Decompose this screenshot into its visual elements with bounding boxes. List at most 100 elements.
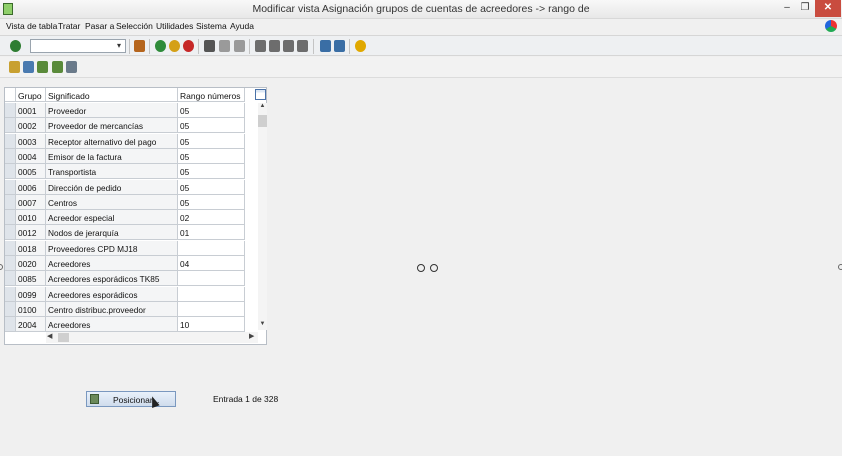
menu-vista-de-tabla[interactable]: Vista de tabla xyxy=(6,21,57,31)
menu-ayuda[interactable]: Ayuda xyxy=(230,21,254,31)
enter-check-icon[interactable] xyxy=(10,40,21,52)
table-row[interactable]: 2004 Acreedores 10 xyxy=(5,317,245,333)
horizontal-scroll-thumb[interactable] xyxy=(58,333,69,342)
loading-ring-icon xyxy=(430,264,438,272)
vertical-scroll-thumb[interactable] xyxy=(258,115,267,127)
select-block-icon[interactable] xyxy=(52,61,63,73)
cell-rango-numeros-input[interactable] xyxy=(178,271,245,287)
command-dropdown-icon[interactable]: ▾ xyxy=(114,40,124,51)
table-row[interactable]: 0006 Dirección de pedido 05 xyxy=(5,179,245,195)
menu-seleccion[interactable]: Selección xyxy=(116,21,153,31)
cell-grupo: 0001 xyxy=(16,103,46,118)
row-selector[interactable] xyxy=(5,225,16,241)
cell-rango-numeros-input[interactable]: 05 xyxy=(178,103,245,118)
maximize-button[interactable]: ❐ xyxy=(796,0,814,17)
table-row[interactable]: 0005 Transportista 05 xyxy=(5,164,245,180)
cell-rango-numeros-input[interactable]: 02 xyxy=(178,210,245,226)
table-row[interactable]: 0018 Proveedores CPD MJ18 xyxy=(5,240,245,256)
table-settings-icon[interactable] xyxy=(255,89,266,100)
table-row[interactable]: 0004 Emisor de la factura 05 xyxy=(5,148,245,164)
undo-icon[interactable] xyxy=(23,61,34,73)
find-next-icon[interactable] xyxy=(234,40,245,52)
exit-icon[interactable] xyxy=(169,40,180,52)
row-selector[interactable] xyxy=(5,240,16,256)
change-display-icon[interactable] xyxy=(9,61,20,73)
find-icon[interactable] xyxy=(219,40,230,52)
table-row[interactable]: 0012 Nodos de jerarquía 01 xyxy=(5,225,245,241)
cell-significado: Acreedores xyxy=(46,317,178,333)
shortcut-icon[interactable] xyxy=(334,40,345,52)
cell-significado: Receptor alternativo del pago xyxy=(46,133,178,149)
cell-rango-numeros-input[interactable]: 04 xyxy=(178,256,245,271)
last-page-icon[interactable] xyxy=(297,40,308,52)
scroll-down-icon[interactable]: ▼ xyxy=(258,321,267,327)
scroll-right-icon[interactable]: ▶ xyxy=(249,332,254,340)
cancel-icon[interactable] xyxy=(183,40,194,52)
row-selector[interactable] xyxy=(5,194,16,210)
vertical-scrollbar[interactable]: ▲ ▼ xyxy=(258,103,267,330)
cell-rango-numeros-input[interactable]: 01 xyxy=(178,225,245,241)
row-selector[interactable] xyxy=(5,118,16,134)
column-header-significado[interactable]: Significado xyxy=(46,88,178,102)
menu-tratar[interactable]: Tratar xyxy=(58,21,80,31)
table-row[interactable]: 0007 Centros 05 xyxy=(5,194,245,210)
cell-rango-numeros-input[interactable]: 05 xyxy=(178,194,245,210)
previous-page-icon[interactable] xyxy=(269,40,280,52)
cell-grupo: 0005 xyxy=(16,164,46,180)
scroll-left-icon[interactable]: ◀ xyxy=(47,332,52,340)
cell-rango-numeros-input[interactable]: 05 xyxy=(178,148,245,164)
select-all-icon[interactable] xyxy=(37,61,48,73)
table-row[interactable]: 0010 Acreedor especial 02 xyxy=(5,210,245,226)
deselect-all-icon[interactable] xyxy=(66,61,77,73)
table-row[interactable]: 0100 Centro distribuc.proveedor xyxy=(5,301,245,317)
cell-grupo: 2004 xyxy=(16,317,46,333)
close-button[interactable]: ✕ xyxy=(815,0,841,17)
row-selector[interactable] xyxy=(5,286,16,302)
row-selector[interactable] xyxy=(5,148,16,164)
command-field[interactable] xyxy=(30,39,126,53)
row-selector[interactable] xyxy=(5,256,16,271)
row-selector[interactable] xyxy=(5,179,16,195)
row-selector[interactable] xyxy=(5,301,16,317)
new-session-icon[interactable] xyxy=(320,40,331,52)
table-row[interactable]: 0003 Receptor alternativo del pago 05 xyxy=(5,133,245,149)
cell-significado: Centro distribuc.proveedor xyxy=(46,301,178,317)
table-row[interactable]: 0099 Acreedores esporádicos xyxy=(5,286,245,302)
help-icon[interactable] xyxy=(355,40,366,52)
cell-rango-numeros-input[interactable] xyxy=(178,301,245,317)
first-page-icon[interactable] xyxy=(255,40,266,52)
scroll-up-icon[interactable]: ▲ xyxy=(258,103,267,109)
cell-rango-numeros-input[interactable] xyxy=(178,240,245,256)
column-header-rango-numeros[interactable]: Rango números xyxy=(178,88,245,102)
minimize-button[interactable]: – xyxy=(778,0,796,17)
row-selector[interactable] xyxy=(5,164,16,180)
menu-sistema[interactable]: Sistema xyxy=(196,21,227,31)
row-selector[interactable] xyxy=(5,103,16,118)
cell-rango-numeros-input[interactable] xyxy=(178,286,245,302)
next-page-icon[interactable] xyxy=(283,40,294,52)
cell-grupo: 0002 xyxy=(16,118,46,134)
table-row[interactable]: 0002 Proveedor de mercancías 05 xyxy=(5,118,245,134)
print-icon[interactable] xyxy=(204,40,215,52)
cell-grupo: 0006 xyxy=(16,179,46,195)
table-row[interactable]: 0085 Acreedores esporádicos TK85 xyxy=(5,271,245,287)
column-header-grupo[interactable]: Grupo xyxy=(16,88,46,102)
select-all-column-header[interactable] xyxy=(5,88,16,102)
menu-utilidades[interactable]: Utilidades xyxy=(156,21,193,31)
row-selector[interactable] xyxy=(5,317,16,333)
table-row[interactable]: 0001 Proveedor 05 xyxy=(5,103,245,118)
back-icon[interactable] xyxy=(155,40,166,52)
row-selector[interactable] xyxy=(5,271,16,287)
cell-rango-numeros-input[interactable]: 10 xyxy=(178,317,245,333)
row-selector[interactable] xyxy=(5,210,16,226)
cell-rango-numeros-input[interactable]: 05 xyxy=(178,164,245,180)
save-icon[interactable] xyxy=(134,40,145,52)
horizontal-scrollbar[interactable]: ◀ ▶ xyxy=(46,332,258,343)
table-row[interactable]: 0020 Acreedores 04 xyxy=(5,256,245,271)
row-selector[interactable] xyxy=(5,133,16,149)
cell-rango-numeros-input[interactable]: 05 xyxy=(178,133,245,149)
menu-pasar-a[interactable]: Pasar a xyxy=(85,21,114,31)
position-button[interactable]: Posicionar... xyxy=(86,391,176,407)
cell-rango-numeros-input[interactable]: 05 xyxy=(178,179,245,195)
cell-rango-numeros-input[interactable]: 05 xyxy=(178,118,245,134)
